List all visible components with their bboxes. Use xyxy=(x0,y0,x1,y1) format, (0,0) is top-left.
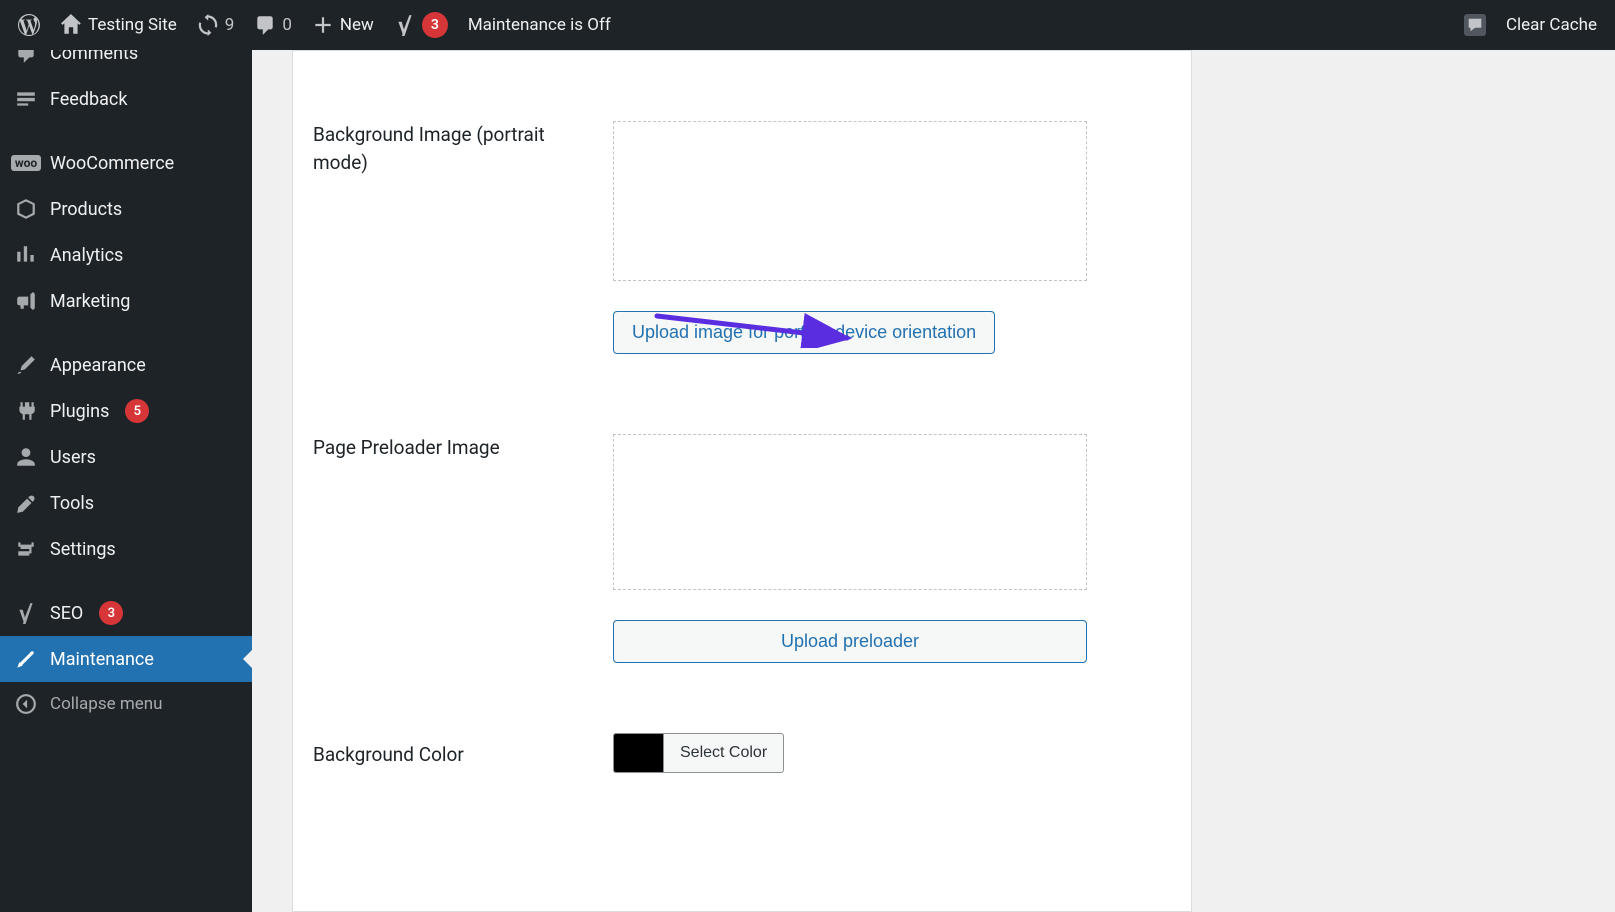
update-icon xyxy=(197,14,219,36)
sidebar-item-label: SEO xyxy=(50,603,83,624)
sidebar-item-users[interactable]: Users xyxy=(0,434,252,480)
settings-panel: Background Image (portrait mode) Upload … xyxy=(292,50,1192,912)
sidebar-item-label: Comments xyxy=(50,50,138,64)
bg-portrait-preview xyxy=(613,121,1087,281)
brush-icon xyxy=(14,353,38,377)
sidebar-item-maintenance[interactable]: Maintenance xyxy=(0,636,252,682)
analytics-icon xyxy=(14,243,38,267)
sidebar-item-analytics[interactable]: Analytics xyxy=(0,232,252,278)
admin-bar: Testing Site 9 0 New 3 Maintenance is Of… xyxy=(0,0,1615,50)
sidebar-item-label: Appearance xyxy=(50,355,146,376)
sidebar-item-feedback[interactable]: Feedback xyxy=(0,76,252,122)
upload-preloader-button[interactable]: Upload preloader xyxy=(613,620,1087,663)
sidebar-item-label: Maintenance xyxy=(50,649,154,670)
comment-icon xyxy=(254,14,276,36)
sidebar-item-appearance[interactable]: Appearance xyxy=(0,342,252,388)
sidebar-item-marketing[interactable]: Marketing xyxy=(0,278,252,324)
home-icon xyxy=(60,14,82,36)
sidebar-item-label: Analytics xyxy=(50,245,123,266)
updates-count: 9 xyxy=(225,15,235,35)
sidebar-item-tools[interactable]: Tools xyxy=(0,480,252,526)
new-content-link[interactable]: New xyxy=(302,0,384,50)
sidebar-item-label: Users xyxy=(50,447,96,468)
wordpress-icon xyxy=(18,14,40,36)
clear-cache-label: Clear Cache xyxy=(1506,15,1597,35)
sidebar-item-products[interactable]: Products xyxy=(0,186,252,232)
megaphone-icon xyxy=(14,289,38,313)
select-color-button[interactable]: Select Color xyxy=(663,733,784,773)
plugins-badge: 5 xyxy=(125,399,149,423)
yoast-icon xyxy=(394,14,416,36)
products-icon xyxy=(14,197,38,221)
woocommerce-icon: woo xyxy=(14,151,38,175)
new-label: New xyxy=(340,15,374,35)
plus-icon xyxy=(312,14,334,36)
wrench-icon xyxy=(14,491,38,515)
yoast-link[interactable]: 3 xyxy=(384,0,458,50)
site-name: Testing Site xyxy=(88,15,177,35)
admin-sidebar: Comments Feedback woo WooCommerce Produc… xyxy=(0,50,252,912)
notifications-link[interactable] xyxy=(1454,0,1496,50)
comments-icon xyxy=(14,50,38,65)
feedback-icon xyxy=(14,87,38,111)
sidebar-item-label: Marketing xyxy=(50,291,130,312)
comments-count: 0 xyxy=(282,15,292,35)
notification-icon xyxy=(1464,14,1486,36)
bg-portrait-label: Background Image (portrait mode) xyxy=(313,121,613,176)
updates-link[interactable]: 9 xyxy=(187,0,245,50)
content-area: Background Image (portrait mode) Upload … xyxy=(252,50,1615,912)
color-picker[interactable]: Select Color xyxy=(613,733,1171,773)
bg-color-label: Background Color xyxy=(313,733,613,769)
site-name-link[interactable]: Testing Site xyxy=(50,0,187,50)
sidebar-item-label: Products xyxy=(50,199,122,220)
collapse-label: Collapse menu xyxy=(50,694,163,714)
collapse-icon xyxy=(14,692,38,716)
sidebar-item-seo[interactable]: SEO 3 xyxy=(0,590,252,636)
yoast-icon xyxy=(14,601,38,625)
sidebar-item-woocommerce[interactable]: woo WooCommerce xyxy=(0,140,252,186)
collapse-menu[interactable]: Collapse menu xyxy=(0,682,252,726)
sidebar-item-settings[interactable]: Settings xyxy=(0,526,252,572)
sidebar-item-label: Feedback xyxy=(50,89,127,110)
sidebar-item-label: Plugins xyxy=(50,401,109,422)
yoast-badge: 3 xyxy=(422,12,448,38)
sidebar-item-plugins[interactable]: Plugins 5 xyxy=(0,388,252,434)
maintenance-status: Maintenance is Off xyxy=(468,15,611,35)
color-swatch xyxy=(613,733,663,773)
sidebar-item-label: Settings xyxy=(50,539,116,560)
upload-portrait-button[interactable]: Upload image for portrait device orienta… xyxy=(613,311,995,354)
user-icon xyxy=(14,445,38,469)
sliders-icon xyxy=(14,537,38,561)
maintenance-status-link[interactable]: Maintenance is Off xyxy=(458,0,621,50)
tools-icon xyxy=(14,647,38,671)
wp-logo[interactable] xyxy=(8,0,50,50)
comments-link[interactable]: 0 xyxy=(244,0,302,50)
seo-badge: 3 xyxy=(99,601,123,625)
sidebar-item-label: WooCommerce xyxy=(50,153,174,174)
preloader-label: Page Preloader Image xyxy=(313,434,613,462)
sidebar-item-label: Tools xyxy=(50,493,94,514)
plugin-icon xyxy=(14,399,38,423)
clear-cache-link[interactable]: Clear Cache xyxy=(1496,0,1607,50)
preloader-preview xyxy=(613,434,1087,590)
sidebar-item-comments[interactable]: Comments xyxy=(0,50,252,76)
